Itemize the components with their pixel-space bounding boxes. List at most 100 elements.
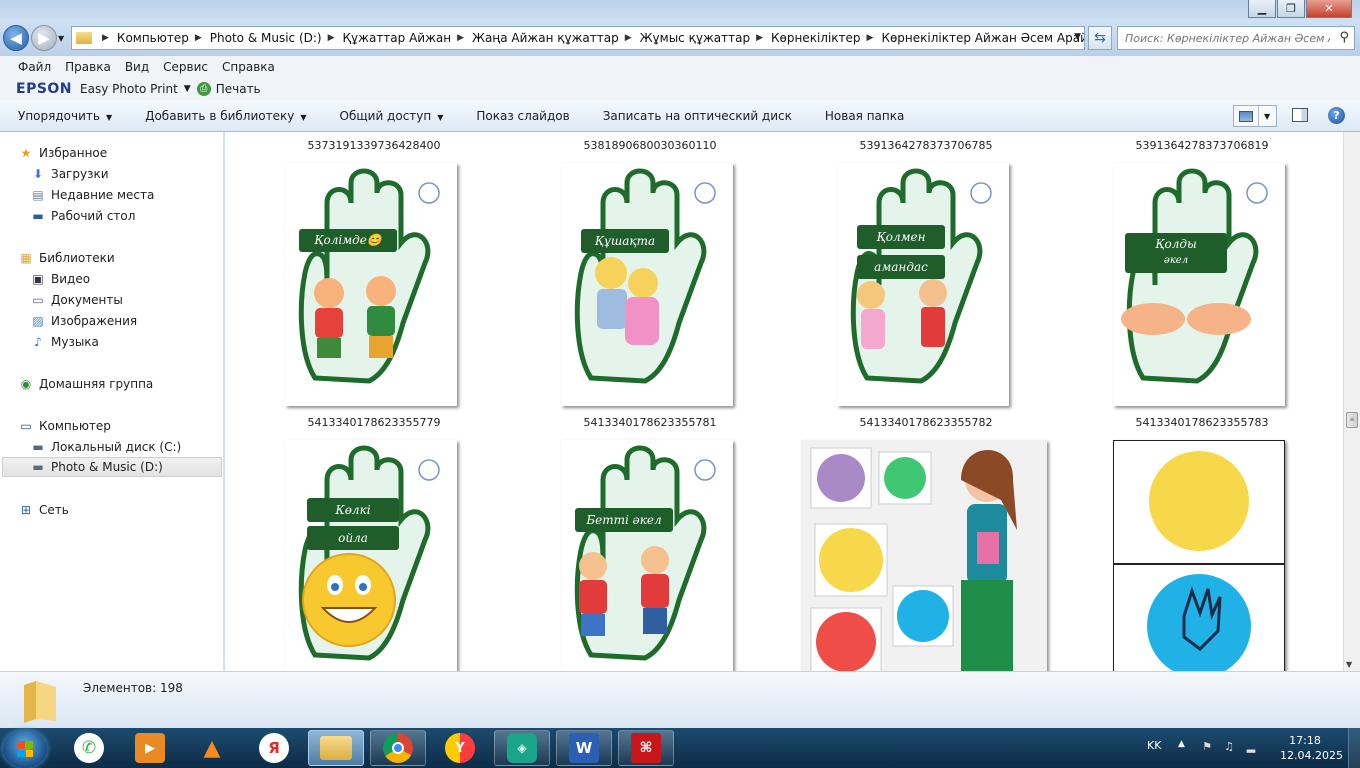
start-button[interactable] <box>3 730 47 768</box>
file-thumbnail[interactable]: Көлкі ойла <box>285 440 457 671</box>
chevron-right-icon[interactable]: ▶ <box>867 33 874 43</box>
taskbar-app[interactable]: ◈ <box>494 730 550 766</box>
epson-app-button[interactable]: Easy Photo Print <box>80 82 178 96</box>
menu-edit[interactable]: Правка <box>58 60 118 74</box>
menu-tools[interactable]: Сервис <box>156 60 215 74</box>
file-thumbnail[interactable]: Қолімде😊 <box>285 163 457 406</box>
volume-icon[interactable]: ♫ <box>1222 740 1236 754</box>
nav-disk-c[interactable]: ▬ Локальный диск (C:) <box>30 437 181 457</box>
show-hidden-icons-button[interactable]: ▲ <box>1178 739 1185 749</box>
music-icon: ♪ <box>34 335 42 349</box>
taskbar-vlc[interactable]: ▲ <box>184 730 240 766</box>
back-button[interactable]: ◀ <box>3 25 29 51</box>
file-name[interactable]: 5413340178623355779 <box>274 416 474 429</box>
chevron-right-icon[interactable]: ▶ <box>102 33 109 43</box>
nav-disk-d[interactable]: ▬ Photo & Music (D:) <box>2 457 222 477</box>
nav-recent[interactable]: ▤ Недавние места <box>30 185 154 205</box>
new-folder-button[interactable]: Новая папка <box>807 109 919 123</box>
forward-button[interactable]: ▶ <box>31 25 57 51</box>
breadcrumb-folder-1[interactable]: Құжаттар Айжан <box>343 31 452 45</box>
file-thumbnail[interactable]: Қолды әкел <box>1113 163 1285 406</box>
chevron-right-icon[interactable]: ▶ <box>625 33 632 43</box>
chevron-right-icon[interactable]: ▶ <box>195 33 202 43</box>
preview-pane-button[interactable] <box>1292 108 1308 122</box>
recent-pages-dropdown[interactable]: ▼ <box>58 34 64 43</box>
file-name[interactable]: 5381890680030360110 <box>550 139 750 152</box>
nav-music[interactable]: ♪ Музыка <box>30 332 99 352</box>
file-thumbnail[interactable]: Қолмен амандас <box>837 163 1009 406</box>
close-button[interactable]: ✕ <box>1306 0 1352 18</box>
language-indicator[interactable]: KK <box>1147 739 1161 752</box>
chevron-right-icon[interactable]: ▶ <box>328 33 335 43</box>
taskbar-whatsapp[interactable]: ✆ <box>61 730 117 766</box>
taskbar-yandex-browser[interactable]: Y <box>432 730 488 766</box>
action-center-icon[interactable]: ⚑ <box>1200 740 1214 754</box>
file-name[interactable]: 5413340178623355781 <box>550 416 750 429</box>
slideshow-button[interactable]: Показ слайдов <box>458 109 584 123</box>
vertical-scrollbar[interactable]: ≡ ▼ <box>1343 132 1360 671</box>
taskbar: ✆ ▶ ▲ Я Y ◈ W ⌘ KK ▲ ⚑ ♫ ▂ 17:18 12.04.2… <box>0 728 1360 768</box>
nav-images[interactable]: ▨ Изображения <box>30 311 137 331</box>
file-name[interactable]: 5413340178623355782 <box>826 416 1026 429</box>
taskbar-yandex[interactable]: Я <box>246 730 302 766</box>
organize-button[interactable]: Упорядочить ▼ <box>0 109 127 123</box>
menu-view[interactable]: Вид <box>118 60 156 74</box>
print-icon[interactable]: ⎙ <box>196 82 211 96</box>
address-history-dropdown[interactable]: ▼ <box>1074 32 1081 42</box>
breadcrumb-folder-5[interactable]: Көрнекіліктер Айжан Әсем Арай <box>881 31 1084 45</box>
nav-downloads[interactable]: ⬇ Загрузки <box>30 164 109 184</box>
address-bar[interactable]: ▶ Компьютер ▶ Photo & Music (D:) ▶ Құжат… <box>71 26 1085 50</box>
hand-card-image <box>574 168 716 384</box>
breadcrumb-folder-2[interactable]: Жаңа Айжан құжаттар <box>472 31 619 45</box>
burn-disc-button[interactable]: Записать на оптический диск <box>585 109 807 123</box>
chevron-right-icon[interactable]: ▶ <box>457 33 464 43</box>
file-name[interactable]: 5391364278373706819 <box>1102 139 1302 152</box>
nav-documents[interactable]: ▭ Документы <box>30 290 122 310</box>
nav-favorites[interactable]: ★ Избранное <box>18 143 108 163</box>
nav-video[interactable]: ▣ Видео <box>30 269 90 289</box>
minimize-button[interactable]: ▁ <box>1248 0 1276 18</box>
file-name[interactable]: 5413340178623355783 <box>1102 416 1302 429</box>
breadcrumb-computer[interactable]: Компьютер <box>117 31 189 45</box>
breadcrumb-folder-3[interactable]: Жұмыс құжаттар <box>640 31 750 45</box>
breadcrumb-folder-4[interactable]: Көрнекіліктер <box>771 31 861 45</box>
file-thumbnail[interactable]: Бетті әкел <box>561 440 733 671</box>
add-to-library-button[interactable]: Добавить в библиотеку ▼ <box>127 109 321 123</box>
chevron-down-icon[interactable]: ▼ <box>1258 106 1270 126</box>
clock[interactable]: 17:18 12.04.2025 <box>1280 733 1343 763</box>
change-view-button[interactable]: ▼ <box>1233 105 1277 127</box>
menu-file[interactable]: Файл <box>11 60 58 74</box>
scrollbar-thumb[interactable]: ≡ <box>1346 412 1358 428</box>
search-box[interactable]: ⚲ <box>1117 26 1355 50</box>
chevron-right-icon[interactable]: ▶ <box>756 33 763 43</box>
nav-computer[interactable]: ▭ Компьютер <box>18 416 111 436</box>
search-input[interactable] <box>1125 31 1330 45</box>
share-button[interactable]: Общий доступ ▼ <box>322 109 459 123</box>
network-signal-icon[interactable]: ▂ <box>1244 740 1258 754</box>
file-name[interactable]: 5391364278373706785 <box>826 139 1026 152</box>
nav-network[interactable]: ⊞ Сеть <box>18 500 69 520</box>
scroll-down-arrow[interactable]: ▼ <box>1346 660 1352 669</box>
refresh-button[interactable]: ⇆ <box>1088 26 1112 50</box>
search-icon[interactable]: ⚲ <box>1339 30 1349 45</box>
nav-desktop[interactable]: ▬ Рабочий стол <box>30 206 135 226</box>
file-thumbnail[interactable] <box>1113 440 1285 671</box>
taskbar-chrome[interactable] <box>370 730 426 766</box>
taskbar-word[interactable]: W <box>556 730 612 766</box>
hand-card-image <box>1121 168 1268 384</box>
help-button[interactable]: ? <box>1328 107 1345 124</box>
file-thumbnail[interactable] <box>801 440 1047 671</box>
taskbar-explorer[interactable] <box>308 730 364 766</box>
nav-homegroup[interactable]: ◉ Домашняя группа <box>18 374 154 394</box>
show-desktop-button[interactable] <box>1348 728 1360 768</box>
menu-help[interactable]: Справка <box>215 60 282 74</box>
print-button[interactable]: Печать <box>216 82 261 96</box>
epson-app-dropdown[interactable]: ▼ <box>184 84 191 94</box>
file-thumbnail[interactable]: Құшақта <box>561 163 733 406</box>
nav-libraries[interactable]: ▦ Библиотеки <box>18 248 114 268</box>
breadcrumb-drive-d[interactable]: Photo & Music (D:) <box>210 31 322 45</box>
taskbar-media-player[interactable]: ▶ <box>122 730 178 766</box>
taskbar-acrobat[interactable]: ⌘ <box>618 730 674 766</box>
file-name[interactable]: 5373191339736428400 <box>274 139 474 152</box>
maximize-button[interactable]: ❐ <box>1277 0 1305 18</box>
